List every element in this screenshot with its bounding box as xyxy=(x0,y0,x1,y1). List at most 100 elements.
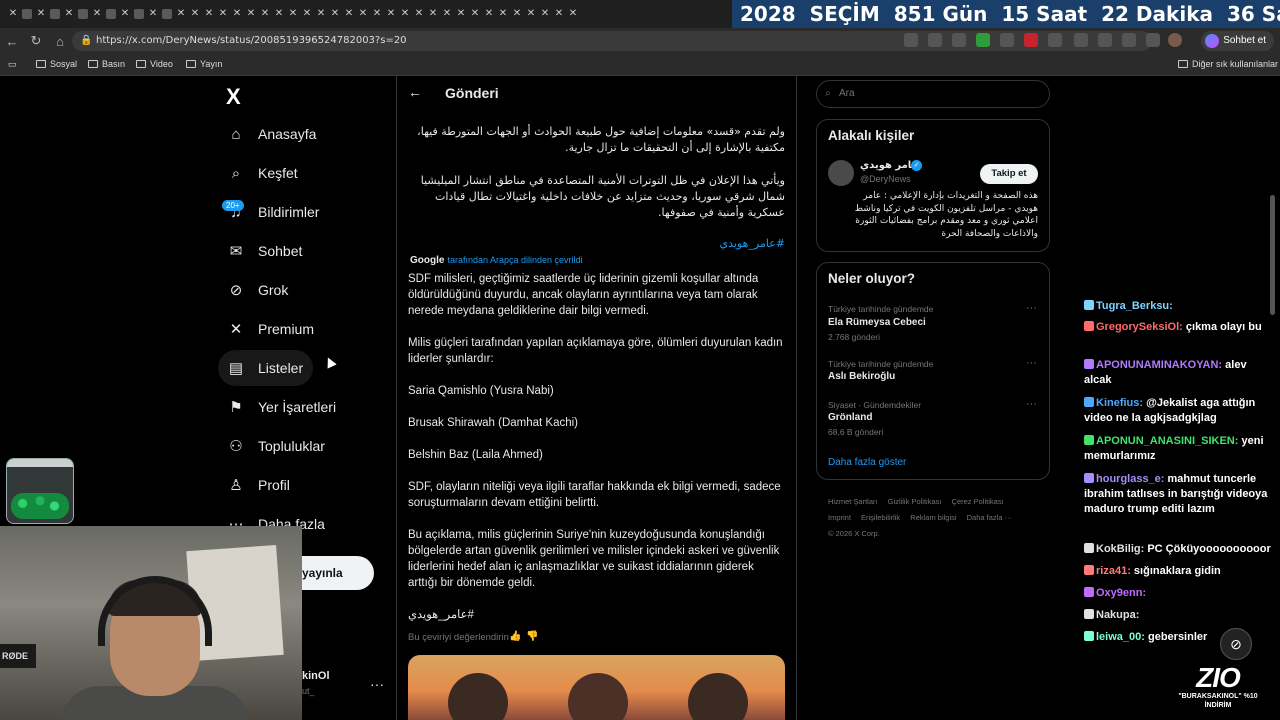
tab-x-icon[interactable]: ✕ xyxy=(428,9,438,19)
footer-link[interactable]: Hizmet Şartları xyxy=(828,497,878,506)
chat-username[interactable]: Oxy9enn: xyxy=(1096,587,1146,599)
tab-favicon[interactable] xyxy=(78,9,88,19)
extension-icon[interactable] xyxy=(904,33,918,47)
bookmark-folder-basin[interactable]: Basın xyxy=(88,59,125,69)
tab-x-icon[interactable]: ✕ xyxy=(36,9,46,19)
avatar[interactable] xyxy=(828,160,854,186)
chat-username[interactable]: KokBilig: xyxy=(1096,543,1144,555)
tab-x-icon[interactable]: ✕ xyxy=(92,9,102,19)
tab-x-icon[interactable]: ✕ xyxy=(484,9,494,19)
x-logo[interactable]: X xyxy=(226,84,241,110)
tab-x-icon[interactable]: ✕ xyxy=(274,9,284,19)
tab-x-icon[interactable]: ✕ xyxy=(512,9,522,19)
tab-x-icon[interactable]: ✕ xyxy=(344,9,354,19)
tab-x-icon[interactable]: ✕ xyxy=(302,9,312,19)
tab-icons[interactable]: ✕ ✕ ✕ ✕ ✕ ✕ ✕ ✕ ✕ ✕ ✕ ✕ ✕ ✕ ✕ ✕ ✕ ✕ ✕ ✕ … xyxy=(0,9,578,19)
bookmark-folder-yayin[interactable]: Yayın xyxy=(186,59,222,69)
follow-button[interactable]: Takip et xyxy=(980,164,1038,184)
sidebar-item-profil[interactable]: ♙ Profil xyxy=(218,467,300,503)
hashtag-link[interactable]: #عامر_هويدي xyxy=(408,607,786,623)
post-image[interactable] xyxy=(408,655,785,720)
chat-username[interactable]: APONUNAMINAKOYAN: xyxy=(1096,359,1222,371)
chat-username[interactable]: Tugra_Berksu: xyxy=(1096,300,1173,312)
split-view-icon[interactable] xyxy=(1074,33,1088,47)
tab-x-icon[interactable]: ✕ xyxy=(414,9,424,19)
tab-x-icon[interactable]: ✕ xyxy=(260,9,270,19)
sidebar-item-anasayfa[interactable]: ⌂ Anasayfa xyxy=(218,116,326,152)
tab-x-icon[interactable]: ✕ xyxy=(232,9,242,19)
tab-favicon[interactable] xyxy=(106,9,116,19)
footer-link[interactable]: Imprint xyxy=(828,513,851,522)
chat-username[interactable]: riza41: xyxy=(1096,565,1131,577)
sidebar-item-grok[interactable]: ⊘ Grok xyxy=(218,272,298,308)
related-user-name[interactable]: عامر هويدي xyxy=(860,160,918,171)
tab-favicon[interactable] xyxy=(22,9,32,19)
tab-x-icon[interactable]: ✕ xyxy=(246,9,256,19)
tab-x-icon[interactable]: ✕ xyxy=(218,9,228,19)
extension-icon[interactable] xyxy=(1024,33,1038,47)
tab-x-icon[interactable]: ✕ xyxy=(540,9,550,19)
back-icon[interactable]: ← xyxy=(0,34,24,49)
sidebar-item-premium[interactable]: ✕ Premium xyxy=(218,311,324,347)
scrollbar-thumb[interactable] xyxy=(1270,195,1275,315)
sidebar-item-keşfet[interactable]: ⌕ Keşfet xyxy=(218,155,308,191)
trend-name[interactable]: Aslı Bekiroğlu xyxy=(828,371,895,382)
extension-icon[interactable] xyxy=(928,33,942,47)
tab-favicon[interactable] xyxy=(162,9,172,19)
reading-list-icon[interactable]: ▭ xyxy=(8,59,17,70)
tab-x-icon[interactable]: ✕ xyxy=(554,9,564,19)
tab-x-icon[interactable]: ✕ xyxy=(456,9,466,19)
tab-x-icon[interactable]: ✕ xyxy=(386,9,396,19)
trend-name[interactable]: Grönland xyxy=(828,412,872,423)
trend-more-icon[interactable]: ··· xyxy=(1026,398,1037,410)
tab-x-icon[interactable]: ✕ xyxy=(148,9,158,19)
tab-x-icon[interactable]: ✕ xyxy=(190,9,200,19)
tab-x-icon[interactable]: ✕ xyxy=(64,9,74,19)
chat-username[interactable]: Nakupa: xyxy=(1096,609,1139,621)
copilot-chat-button[interactable]: Sohbet et xyxy=(1201,31,1274,51)
tab-x-icon[interactable]: ✕ xyxy=(372,9,382,19)
footer-link[interactable]: Erişilebilirlik xyxy=(861,513,900,522)
show-more-link[interactable]: Daha fazla göster xyxy=(828,457,906,468)
chat-username[interactable]: hourglass_e: xyxy=(1096,473,1164,485)
tab-x-icon[interactable]: ✕ xyxy=(330,9,340,19)
home-browser-icon[interactable]: ⌂ xyxy=(48,34,72,49)
url-field[interactable]: 🔒 https://x.com/DeryNews/status/20085193… xyxy=(72,31,1152,51)
chat-username[interactable]: leiwa_00: xyxy=(1096,631,1145,643)
tab-x-icon[interactable]: ✕ xyxy=(498,9,508,19)
reload-icon[interactable]: ↻ xyxy=(24,33,48,49)
thumbs-up-icon[interactable]: 👍 xyxy=(509,631,521,642)
tab-favicon[interactable] xyxy=(50,9,60,19)
sidebar-item-topluluklar[interactable]: ⚇ Topluluklar xyxy=(218,428,335,464)
tab-x-icon[interactable]: ✕ xyxy=(176,9,186,19)
tab-x-icon[interactable]: ✕ xyxy=(204,9,214,19)
sidebar-item-yer-i-şaretleri[interactable]: ⚑ Yer İşaretleri xyxy=(218,389,346,425)
extension-icon[interactable] xyxy=(952,33,966,47)
extension-icon[interactable] xyxy=(976,33,990,47)
trend-more-icon[interactable]: ··· xyxy=(1026,302,1037,314)
sidebar-item-sohbet[interactable]: ✉ Sohbet xyxy=(218,233,312,269)
grok-icon[interactable]: ⊘ xyxy=(1220,628,1252,660)
account-more-icon[interactable]: ··· xyxy=(370,676,384,692)
extensions-puzzle-icon[interactable] xyxy=(1048,33,1062,47)
tab-x-icon[interactable]: ✕ xyxy=(400,9,410,19)
tab-x-icon[interactable]: ✕ xyxy=(470,9,480,19)
chat-username[interactable]: Kinefius: xyxy=(1096,397,1143,409)
browser-menu-icon[interactable] xyxy=(1146,33,1160,47)
tab-x-icon[interactable]: ✕ xyxy=(120,9,130,19)
collections-icon[interactable] xyxy=(1122,33,1136,47)
tab-x-icon[interactable]: ✕ xyxy=(288,9,298,19)
tab-x-icon[interactable]: ✕ xyxy=(316,9,326,19)
thumbs-down-icon[interactable]: 👎 xyxy=(526,631,538,642)
translation-note[interactable]: tarafından Arapça dilinden çevrildi xyxy=(447,255,582,265)
post-button[interactable]: yayınla xyxy=(300,556,374,590)
profile-avatar[interactable] xyxy=(1168,33,1182,47)
back-arrow-icon[interactable]: ← xyxy=(408,84,422,100)
tab-x-icon[interactable]: ✕ xyxy=(358,9,368,19)
footer-link[interactable]: Çerez Politikası xyxy=(952,497,1004,506)
bookmark-folder-video[interactable]: Video xyxy=(136,59,173,69)
trend-more-icon[interactable]: ··· xyxy=(1026,357,1037,369)
tab-x-icon[interactable]: ✕ xyxy=(568,9,578,19)
account-name[interactable]: kinOl xyxy=(302,670,330,682)
favorites-star-icon[interactable] xyxy=(1098,33,1112,47)
